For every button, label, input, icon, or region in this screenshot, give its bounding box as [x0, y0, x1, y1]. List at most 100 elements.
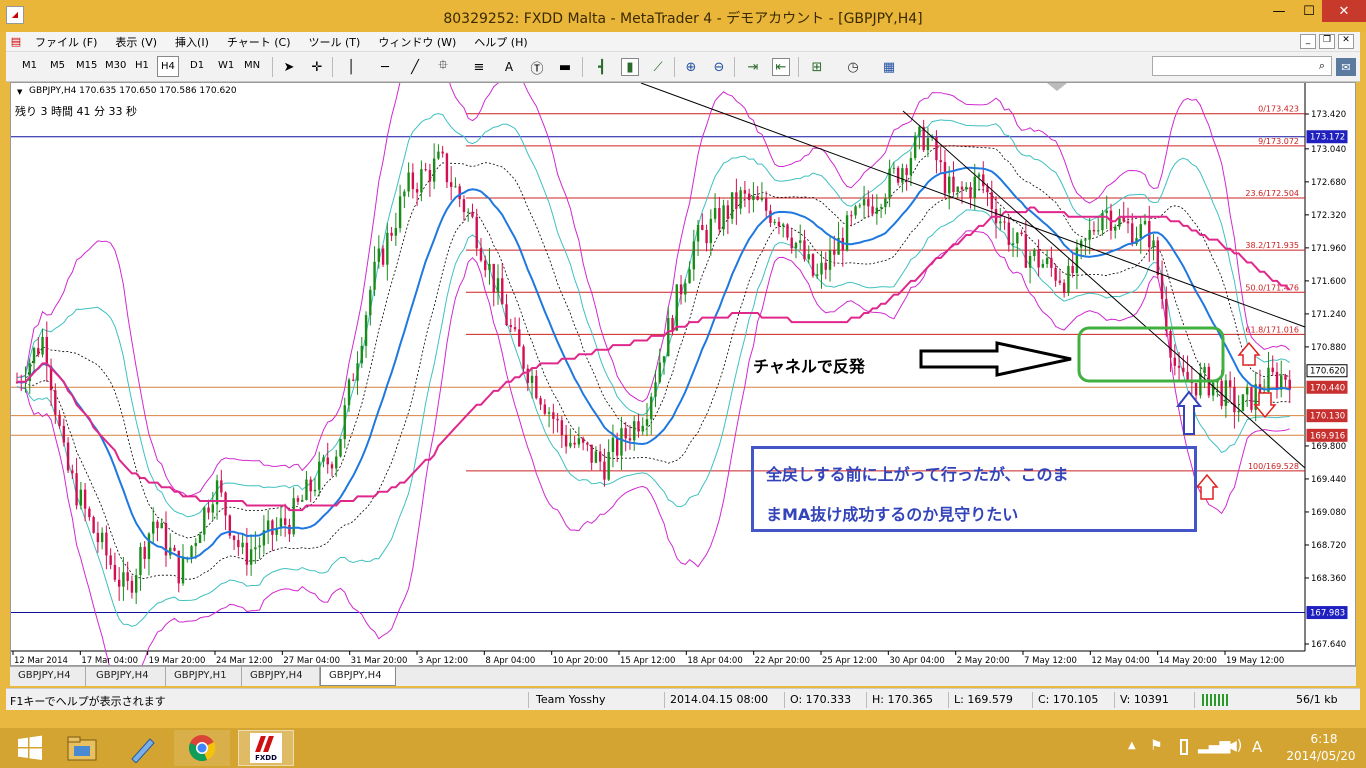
- templates-icon[interactable]: ▦: [880, 58, 898, 76]
- indicators-icon[interactable]: ⊞: [808, 58, 826, 76]
- menu-insert[interactable]: 挿入(I): [166, 34, 218, 50]
- file-explorer-icon[interactable]: [54, 730, 110, 766]
- candle-body: [441, 151, 444, 154]
- notification-icon[interactable]: ✉: [1336, 58, 1356, 76]
- text-tool-icon[interactable]: A: [500, 58, 518, 76]
- candle-body: [867, 199, 870, 207]
- chrome-icon[interactable]: [174, 730, 230, 766]
- search-input[interactable]: ⌕: [1152, 56, 1332, 76]
- fib-level-label: 0/173.423: [1258, 105, 1299, 114]
- candle-body: [671, 317, 674, 331]
- candle-body: [624, 428, 627, 439]
- timeframe-mn[interactable]: MN: [244, 60, 260, 71]
- candle-body: [139, 546, 142, 576]
- candle-body: [598, 451, 602, 462]
- candle-body: [313, 489, 317, 492]
- price-highlight-label: 167.983: [1310, 609, 1345, 619]
- clock-date[interactable]: 2014/05/20: [1278, 749, 1364, 763]
- candle-body: [156, 521, 159, 529]
- candle-body: [394, 228, 398, 236]
- bar-chart-icon[interactable]: ┫: [593, 58, 611, 76]
- battery-icon[interactable]: [1180, 739, 1188, 755]
- crosshair-icon[interactable]: ✛: [308, 58, 326, 76]
- price-tick-label: 173.040: [1311, 145, 1346, 155]
- ime-indicator[interactable]: A: [1252, 738, 1262, 756]
- candle-body: [965, 186, 968, 190]
- candle-body: [505, 304, 508, 326]
- mdi-restore-button[interactable]: ❐: [1319, 34, 1335, 49]
- time-tick-label: 22 Apr 20:00: [755, 656, 810, 666]
- candle-body: [645, 419, 649, 426]
- toolbar-separator: [734, 57, 735, 77]
- chart-window[interactable]: 0/173.423 9/173.072 23.6/172.504 38.2/171.9…: [10, 82, 1356, 666]
- menu-view[interactable]: 表示 (V): [106, 34, 166, 50]
- candle-body: [760, 198, 764, 200]
- menu-chart[interactable]: チャート (C): [218, 34, 300, 50]
- pen-app-icon[interactable]: [114, 730, 170, 766]
- volume-icon[interactable]: ◀): [1226, 738, 1242, 754]
- candle-body: [509, 325, 512, 328]
- line-chart-icon[interactable]: ⟋: [649, 58, 667, 76]
- candle-body: [696, 224, 700, 242]
- zoom-in-icon[interactable]: ⊕: [682, 58, 700, 76]
- candle-body: [641, 425, 644, 432]
- timeframe-m15[interactable]: M15: [76, 60, 97, 71]
- label-tool-icon[interactable]: Ⓣ: [528, 58, 546, 77]
- timeframe-d1[interactable]: D1: [190, 60, 204, 71]
- rectangle-icon[interactable]: ▬: [556, 58, 574, 76]
- menu-window[interactable]: ウィンドウ (W): [369, 34, 465, 50]
- zoom-out-icon[interactable]: ⊖: [710, 58, 728, 76]
- periods-icon[interactable]: ◷: [844, 58, 862, 76]
- start-button[interactable]: [2, 730, 58, 766]
- search-icon[interactable]: ⌕: [1319, 59, 1325, 73]
- candle-chart-icon[interactable]: ▮: [621, 58, 639, 76]
- menu-file[interactable]: ファイル (F): [26, 34, 106, 50]
- chart-tab[interactable]: GBPJPY,H4: [88, 667, 166, 686]
- document-icon[interactable]: ▤: [6, 35, 26, 48]
- commentary-callout[interactable]: 全戻しする前に上がって行ったが、このま まMA抜け成功するのか見守りたい: [751, 446, 1197, 532]
- fxdd-metatrader-icon[interactable]: FXDD: [238, 730, 294, 766]
- connection-status-icon[interactable]: [1202, 694, 1228, 706]
- candle-body: [1062, 282, 1066, 294]
- timeframe-h4[interactable]: H4: [157, 56, 179, 77]
- candle-body: [160, 522, 163, 529]
- chart-tab[interactable]: GBPJPY,H4: [242, 667, 320, 686]
- candle-body: [926, 137, 930, 151]
- timeframe-m1[interactable]: M1: [22, 60, 37, 71]
- candle-body: [279, 518, 283, 528]
- menu-tools[interactable]: ツール (T): [300, 34, 370, 50]
- fibonacci-icon[interactable]: ≡: [470, 58, 488, 76]
- price-chart[interactable]: 0/173.423 9/173.072 23.6/172.504 38.2/171.9…: [11, 83, 1356, 666]
- mdi-minimize-button[interactable]: _: [1300, 34, 1316, 49]
- chart-tab[interactable]: GBPJPY,H1: [166, 667, 242, 686]
- candle-body: [854, 206, 857, 216]
- chart-shift-icon[interactable]: ⇤: [772, 58, 790, 76]
- profile-name[interactable]: Team Yosshy: [536, 693, 606, 706]
- menu-help[interactable]: ヘルプ (H): [465, 34, 536, 50]
- time-tick-label: 12 Mar 2014: [14, 656, 68, 666]
- vertical-line-icon[interactable]: │: [342, 58, 360, 76]
- candle-body: [203, 507, 206, 535]
- timeframe-h1[interactable]: H1: [135, 60, 149, 71]
- flag-icon[interactable]: ⚑: [1150, 738, 1163, 754]
- trendline-icon[interactable]: ╱: [406, 58, 424, 76]
- timeframe-m5[interactable]: M5: [50, 60, 65, 71]
- draw-tools-icon[interactable]: ⯐: [434, 58, 452, 76]
- candle-body: [658, 362, 661, 383]
- timeframe-w1[interactable]: W1: [218, 60, 234, 71]
- close-button[interactable]: ✕: [1322, 0, 1366, 22]
- maximize-button[interactable]: ☐: [1295, 0, 1323, 22]
- horizontal-line-icon[interactable]: ─: [376, 58, 394, 76]
- candle-body: [726, 205, 730, 219]
- candle-body: [1016, 232, 1019, 244]
- tray-overflow-icon[interactable]: ▲: [1128, 740, 1136, 751]
- chart-tab-active[interactable]: GBPJPY,H4: [320, 667, 396, 686]
- candle-body: [782, 224, 785, 227]
- auto-scroll-icon[interactable]: ⇥: [744, 58, 762, 76]
- minimize-button[interactable]: —: [1265, 0, 1293, 22]
- timeframe-m30[interactable]: M30: [105, 60, 126, 71]
- mdi-close-button[interactable]: ✕: [1338, 34, 1354, 49]
- cursor-icon[interactable]: ➤: [280, 58, 298, 76]
- chart-tab[interactable]: GBPJPY,H4: [10, 667, 86, 686]
- clock-time[interactable]: 6:18: [1296, 732, 1352, 746]
